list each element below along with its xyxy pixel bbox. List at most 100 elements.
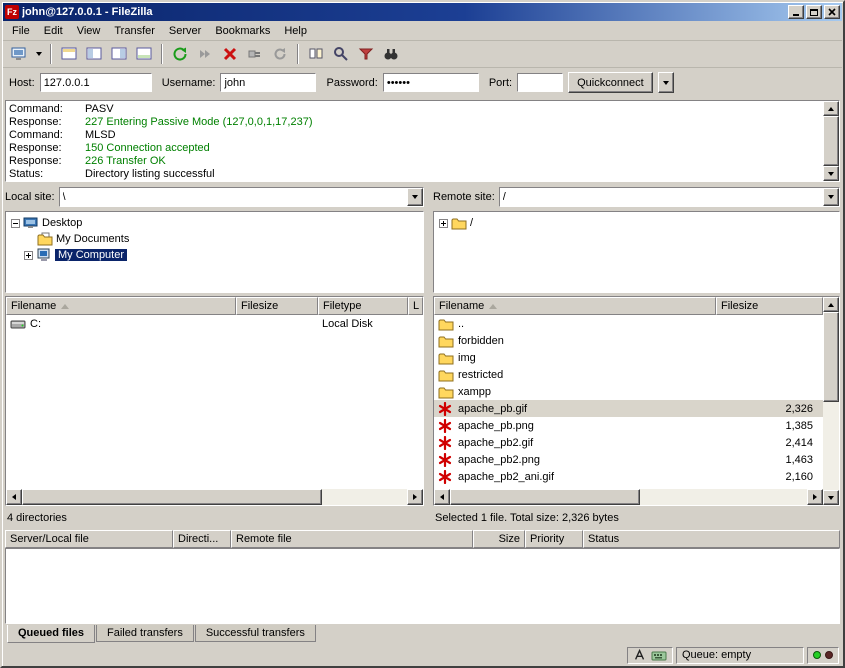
queue-list-body[interactable] xyxy=(5,548,840,624)
file-name: apache_pb2.gif xyxy=(458,437,533,449)
refresh-button[interactable] xyxy=(168,43,192,65)
remote-file-row[interactable]: apache_pb2.png 1,463 xyxy=(434,451,823,468)
menu-transfer[interactable]: Transfer xyxy=(107,22,162,40)
column-priority[interactable]: Priority xyxy=(525,530,583,548)
column-server-local-file[interactable]: Server/Local file xyxy=(5,530,173,548)
scroll-left-button[interactable] xyxy=(434,489,450,505)
port-input[interactable] xyxy=(517,73,563,92)
remote-horizontal-scrollbar[interactable] xyxy=(434,489,823,505)
menu-view[interactable]: View xyxy=(70,22,108,40)
host-label: Host: xyxy=(9,77,35,89)
reconnect-button[interactable] xyxy=(268,43,292,65)
scroll-down-button[interactable] xyxy=(823,490,839,505)
quickconnect-dropdown-button[interactable] xyxy=(658,72,674,93)
minimize-button[interactable] xyxy=(788,5,804,19)
scroll-left-button[interactable] xyxy=(6,489,22,505)
close-button[interactable] xyxy=(824,5,840,19)
remote-file-row[interactable]: restricted xyxy=(434,366,823,383)
local-horizontal-scrollbar[interactable] xyxy=(6,489,423,505)
tab-successful-transfers[interactable]: Successful transfers xyxy=(195,625,316,642)
remote-site-dropdown-button[interactable] xyxy=(823,188,839,206)
local-file-row[interactable]: C: Local Disk xyxy=(6,315,423,332)
local-site-input[interactable] xyxy=(60,188,407,206)
pane-splitter[interactable] xyxy=(428,185,429,526)
menu-help[interactable]: Help xyxy=(277,22,314,40)
toggle-message-log-button[interactable] xyxy=(57,43,81,65)
collapse-expander-icon[interactable] xyxy=(11,219,20,228)
tab-failed-transfers[interactable]: Failed transfers xyxy=(96,625,194,642)
scroll-up-button[interactable] xyxy=(823,297,839,312)
scrollbar-track[interactable] xyxy=(640,489,807,505)
quickconnect-button[interactable]: Quickconnect xyxy=(568,72,653,93)
tab-queued-files[interactable]: Queued files xyxy=(7,625,95,643)
menu-file[interactable]: File xyxy=(5,22,37,40)
scrollbar-track[interactable] xyxy=(322,489,407,505)
menu-server[interactable]: Server xyxy=(162,22,208,40)
remote-site-input[interactable] xyxy=(500,188,823,206)
filter-button[interactable] xyxy=(354,43,378,65)
window-title: john@127.0.0.1 - FileZilla xyxy=(22,6,785,18)
maximize-button[interactable] xyxy=(806,5,822,19)
search-button[interactable] xyxy=(329,43,353,65)
scrollbar-thumb[interactable] xyxy=(823,116,839,166)
scrollbar-track[interactable] xyxy=(823,402,839,490)
column-remote-file[interactable]: Remote file xyxy=(231,530,473,548)
process-queue-button[interactable] xyxy=(193,43,217,65)
column-last-modified[interactable]: L xyxy=(408,297,423,315)
column-label: Filename xyxy=(11,300,56,312)
column-filetype[interactable]: Filetype xyxy=(318,297,408,315)
expand-expander-icon[interactable] xyxy=(24,251,33,260)
scrollbar-thumb[interactable] xyxy=(22,489,322,505)
tree-item-desktop[interactable]: Desktop xyxy=(8,215,421,231)
column-direction[interactable]: Directi... xyxy=(173,530,231,548)
expand-expander-icon[interactable] xyxy=(439,219,448,228)
site-manager-button[interactable] xyxy=(7,43,31,65)
remote-file-row[interactable]: img xyxy=(434,349,823,366)
log-scrollbar[interactable] xyxy=(823,101,839,181)
column-size[interactable]: Size xyxy=(473,530,525,548)
tree-item-my-documents[interactable]: My Documents xyxy=(8,231,421,247)
scrollbar-thumb[interactable] xyxy=(450,489,640,505)
column-filename[interactable]: Filename xyxy=(434,297,716,315)
remote-file-row[interactable]: apache_pb2_ani.gif 2,160 xyxy=(434,468,823,485)
column-filesize[interactable]: Filesize xyxy=(236,297,318,315)
remote-file-row[interactable]: forbidden xyxy=(434,332,823,349)
remote-file-row[interactable]: .. xyxy=(434,315,823,332)
username-input[interactable] xyxy=(220,73,316,92)
toggle-local-tree-button[interactable] xyxy=(82,43,106,65)
column-status[interactable]: Status xyxy=(583,530,840,548)
menu-edit[interactable]: Edit xyxy=(37,22,70,40)
toggle-remote-tree-button[interactable] xyxy=(107,43,131,65)
remote-file-row-selected[interactable]: apache_pb.gif 2,326 xyxy=(434,400,823,417)
remote-site-combo[interactable] xyxy=(499,187,840,207)
toggle-queue-button[interactable] xyxy=(132,43,156,65)
scroll-right-button[interactable] xyxy=(807,489,823,505)
queue-panel-icon xyxy=(136,46,152,62)
remote-file-row[interactable]: xampp xyxy=(434,383,823,400)
disconnect-button[interactable] xyxy=(243,43,267,65)
scroll-right-button[interactable] xyxy=(407,489,423,505)
local-site-dropdown-button[interactable] xyxy=(407,188,423,206)
remote-file-row[interactable]: apache_pb2.gif 2,414 xyxy=(434,434,823,451)
menu-bookmarks[interactable]: Bookmarks xyxy=(208,22,277,40)
tree-item-my-computer[interactable]: My Computer xyxy=(8,247,421,263)
toolbar-separator xyxy=(297,44,299,64)
directory-comparison-button[interactable] xyxy=(304,43,328,65)
host-input[interactable] xyxy=(40,73,152,92)
scroll-up-button[interactable] xyxy=(823,101,839,116)
site-manager-dropdown-button[interactable] xyxy=(32,43,45,65)
local-site-combo[interactable] xyxy=(59,187,424,207)
find-files-button[interactable] xyxy=(379,43,403,65)
arrow-down-icon xyxy=(828,496,834,500)
scrollbar-thumb[interactable] xyxy=(823,312,839,402)
sort-ascending-icon xyxy=(61,304,69,309)
column-filename[interactable]: Filename xyxy=(6,297,236,315)
remote-vertical-scrollbar[interactable] xyxy=(823,297,839,505)
remote-file-row[interactable]: apache_pb.png 1,385 xyxy=(434,417,823,434)
password-input[interactable] xyxy=(383,73,479,92)
scroll-down-button[interactable] xyxy=(823,166,839,181)
keyboard-icon xyxy=(651,648,667,662)
column-filesize[interactable]: Filesize xyxy=(716,297,823,315)
cancel-operation-button[interactable] xyxy=(218,43,242,65)
tree-item-root[interactable]: / xyxy=(436,215,837,231)
